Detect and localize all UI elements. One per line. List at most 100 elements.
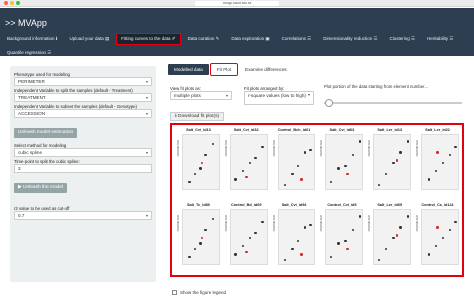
fit-plot-point (199, 167, 202, 170)
fit-plot-title: Salt_Ler_id22 (425, 128, 450, 132)
app-brand[interactable]: >> MVApp (5, 18, 47, 28)
fit-plot-point (204, 153, 207, 157)
fit-plot-point (351, 228, 354, 232)
fit-plot-point (454, 220, 457, 224)
nav-item-8[interactable]: Heritability ☰ (423, 34, 457, 44)
timepoint-input[interactable]: 3 (14, 164, 152, 173)
fit-plot-point (211, 143, 215, 146)
fit-plot-ylabel: PERIMETER (271, 215, 276, 232)
fit-plot-canvas (373, 134, 412, 190)
chevron-down-icon: ▾ (145, 150, 148, 155)
fit-plot-point (300, 178, 303, 181)
fit-plot-point (385, 247, 388, 251)
fit-plot-point (188, 180, 191, 184)
phenotype-select[interactable]: PERIMETER ▾ (14, 77, 152, 86)
r2-select[interactable]: 0.7 ▾ (14, 211, 152, 220)
nav-item-7[interactable]: Clustering ☰ (386, 34, 420, 44)
fit-plot-point (200, 237, 204, 240)
fit-plot-point (248, 237, 252, 240)
fit-plot-point (188, 255, 191, 259)
fit-plot-point (296, 164, 299, 168)
legend-checkbox[interactable] (172, 290, 177, 295)
arrange-select[interactable]: r-square values (low to high) ▾ (244, 91, 314, 105)
fit-plot-point (296, 239, 299, 243)
fit-plot-canvas (325, 134, 364, 190)
fit-plots-area: Salt_Cvi_id13 PERIMETER Salt_Cvi_id32 PERIM… (170, 123, 464, 277)
fit-plot-ylabel: PERIMETER (319, 140, 324, 157)
fit-plot-title: Salt_Cvi_id63 (329, 128, 355, 132)
fit-plot-point (309, 223, 312, 226)
download-fit-plots-button[interactable]: ⭳ Download fit plot(s) (170, 112, 225, 121)
nav-item-6[interactable]: Dimensionality reduction ☰ (319, 34, 381, 44)
nav-row-2: Quantile regression ☰ (3, 48, 59, 58)
fit-plot: Control_Bch_id61 PERIMETER (272, 128, 317, 197)
legend-toggle[interactable]: Show the figure legend (172, 290, 226, 295)
unleash-estimation-button[interactable]: Unleash model estimation (14, 128, 78, 138)
fit-plot-ylabel: PERIMETER (223, 215, 228, 232)
fit-plot-point (351, 153, 354, 157)
fit-plot-point (427, 253, 430, 256)
tab-modelled-data[interactable]: Modelled data (168, 64, 209, 75)
fit-plot-point (330, 180, 333, 184)
main-panel: Modelled data Fit Plot Examine differenc… (164, 62, 469, 295)
nav-item-2[interactable]: Fitting curves to the data ✐ (116, 33, 181, 45)
view-select[interactable]: multiple plots ▾ (170, 91, 232, 100)
address-bar[interactable]: mvapp.kaust.edu.sa (195, 1, 279, 6)
fit-plot-point (291, 172, 294, 176)
fit-plot-title: Control_Cvi_id5 (327, 203, 357, 207)
fit-plot-title: Salt_Cvi_id32 (233, 128, 259, 132)
maximize-window-button[interactable] (16, 1, 20, 5)
minimize-window-button[interactable] (10, 1, 14, 5)
chevron-down-icon: ▾ (145, 111, 148, 116)
fit-plot: Control_Bd_id69 PERIMETER (224, 203, 269, 272)
fit-plot-point (392, 162, 395, 165)
fit-plot-point (434, 245, 438, 248)
fit-plot-point (199, 242, 202, 245)
fit-plot-point (254, 156, 257, 159)
nav-item-0[interactable]: Background information ℹ (3, 34, 62, 44)
fit-plot-point (427, 178, 430, 181)
app-navbar: >> MVApp Background information ℹ Upload … (0, 8, 474, 56)
chevron-down-icon: ▾ (145, 79, 148, 84)
fit-plot-point (395, 159, 399, 162)
fit-plot-ylabel: PERIMETER (319, 215, 324, 232)
fit-plot: Control_Cs_id141 PERIMETER (415, 203, 460, 272)
sidebar-panel: Phenotype used for modeling PERIMETER ▾ I… (10, 66, 156, 282)
nav-item-5[interactable]: Correlations ☰ (278, 34, 316, 44)
fit-plot: Salt_Cvi_id32 PERIMETER (224, 128, 269, 197)
split-variable-select[interactable]: TREATMENT ▾ (14, 93, 152, 102)
nav-item-1[interactable]: Upload your data ▤ (66, 34, 114, 44)
fit-plot-canvas (277, 134, 316, 190)
fit-plot-canvas (373, 209, 412, 265)
fit-plot-point (303, 151, 307, 154)
fit-plot-ylabel: PERIMETER (176, 140, 180, 157)
fit-plot-title: Control_Cs_id141 (421, 203, 454, 207)
fit-plot: Salt_Ler_id13 PERIMETER (367, 128, 412, 197)
legend-checkbox-label: Show the figure legend (180, 290, 227, 295)
fit-plot-canvas (325, 209, 364, 265)
unleash-model-button[interactable]: ▶ Unleash the model (14, 183, 68, 193)
tab-fit-plot[interactable]: Fit Plot (209, 63, 239, 76)
tab-examine-differences[interactable]: Examine differences (239, 64, 293, 75)
nav-item-9[interactable]: Quantile regression ☰ (3, 48, 55, 58)
fit-plot-point (377, 258, 381, 261)
close-window-button[interactable] (4, 1, 8, 5)
fit-plot-point (261, 145, 264, 149)
portion-slider-track[interactable] (324, 102, 462, 104)
portion-slider-handle[interactable] (325, 99, 333, 107)
nav-item-3[interactable]: Data curation ✎ (184, 34, 224, 44)
subset-variable-select[interactable]: ACCESSION ▾ (14, 109, 152, 118)
chevron-down-icon: ▾ (145, 213, 148, 218)
fit-plot-point (193, 247, 197, 251)
fit-plot-canvas (182, 209, 220, 265)
fit-plot-point (284, 183, 287, 186)
fit-plot-point (200, 162, 204, 165)
fit-plot-canvas (421, 134, 459, 190)
fit-plot-point (337, 167, 340, 170)
fit-plot-point (406, 140, 409, 143)
fit-plot: Salt_Cvi_id13 PERIMETER (176, 128, 221, 197)
method-select[interactable]: cubic spline ▾ (14, 148, 152, 157)
fit-plot-point (434, 170, 438, 173)
fit-plot-point (254, 231, 257, 234)
nav-item-4[interactable]: Data exploration ▣ (227, 34, 273, 44)
